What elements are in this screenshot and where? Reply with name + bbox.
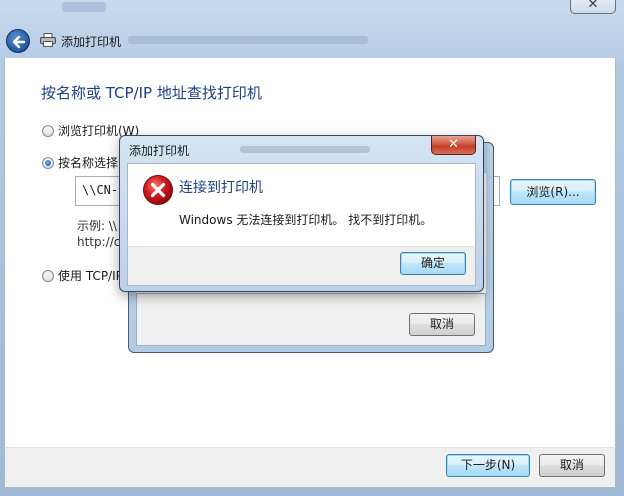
- page-heading: 按名称或 TCP/IP 地址查找打印机: [41, 84, 262, 102]
- blurred-window-title: [62, 2, 106, 12]
- ok-button[interactable]: 确定: [400, 252, 466, 275]
- radio-tcpip[interactable]: [42, 270, 54, 282]
- example-text: 示例: \\ http://c: [77, 218, 120, 250]
- radio-browse-printers[interactable]: [42, 125, 54, 137]
- radio-select-by-name[interactable]: [42, 157, 54, 169]
- close-icon: ✕: [448, 137, 459, 152]
- wizard-close-button[interactable]: ✕: [570, 0, 616, 14]
- back-arrow-icon: [12, 35, 26, 49]
- error-heading: 连接到打印机: [179, 180, 263, 196]
- error-message: Windows 无法连接到打印机。 找不到打印机。: [179, 213, 433, 227]
- wizard-title-bar: ✕ 添加打印机: [0, 0, 624, 58]
- option-label-by-name: 按名称选择: [58, 156, 119, 170]
- wizard-title: 添加打印机: [61, 35, 122, 49]
- error-dialog-content: 连接到打印机 Windows 无法连接到打印机。 找不到打印机。: [127, 163, 476, 246]
- option-label-tcpip: 使用 TCP/IP: [58, 269, 123, 283]
- wizard-cancel-button[interactable]: 取消: [539, 454, 605, 477]
- background-dialog-cancel-button[interactable]: 取消: [409, 313, 475, 336]
- printer-icon: [40, 33, 56, 47]
- browse-button[interactable]: 浏览(R)...: [510, 179, 596, 205]
- error-dialog-title: 添加打印机: [129, 144, 190, 158]
- error-dialog-close-button[interactable]: ✕: [431, 136, 476, 155]
- blurred-address-bar: [128, 36, 368, 44]
- next-button[interactable]: 下一步(N): [446, 454, 530, 477]
- close-icon: ✕: [587, 0, 599, 12]
- error-icon: [143, 175, 173, 205]
- blurred-dialog-background: [240, 146, 370, 153]
- back-button[interactable]: [6, 29, 30, 53]
- example-line-1: 示例: \\: [77, 219, 117, 233]
- example-line-2: http://c: [77, 235, 121, 249]
